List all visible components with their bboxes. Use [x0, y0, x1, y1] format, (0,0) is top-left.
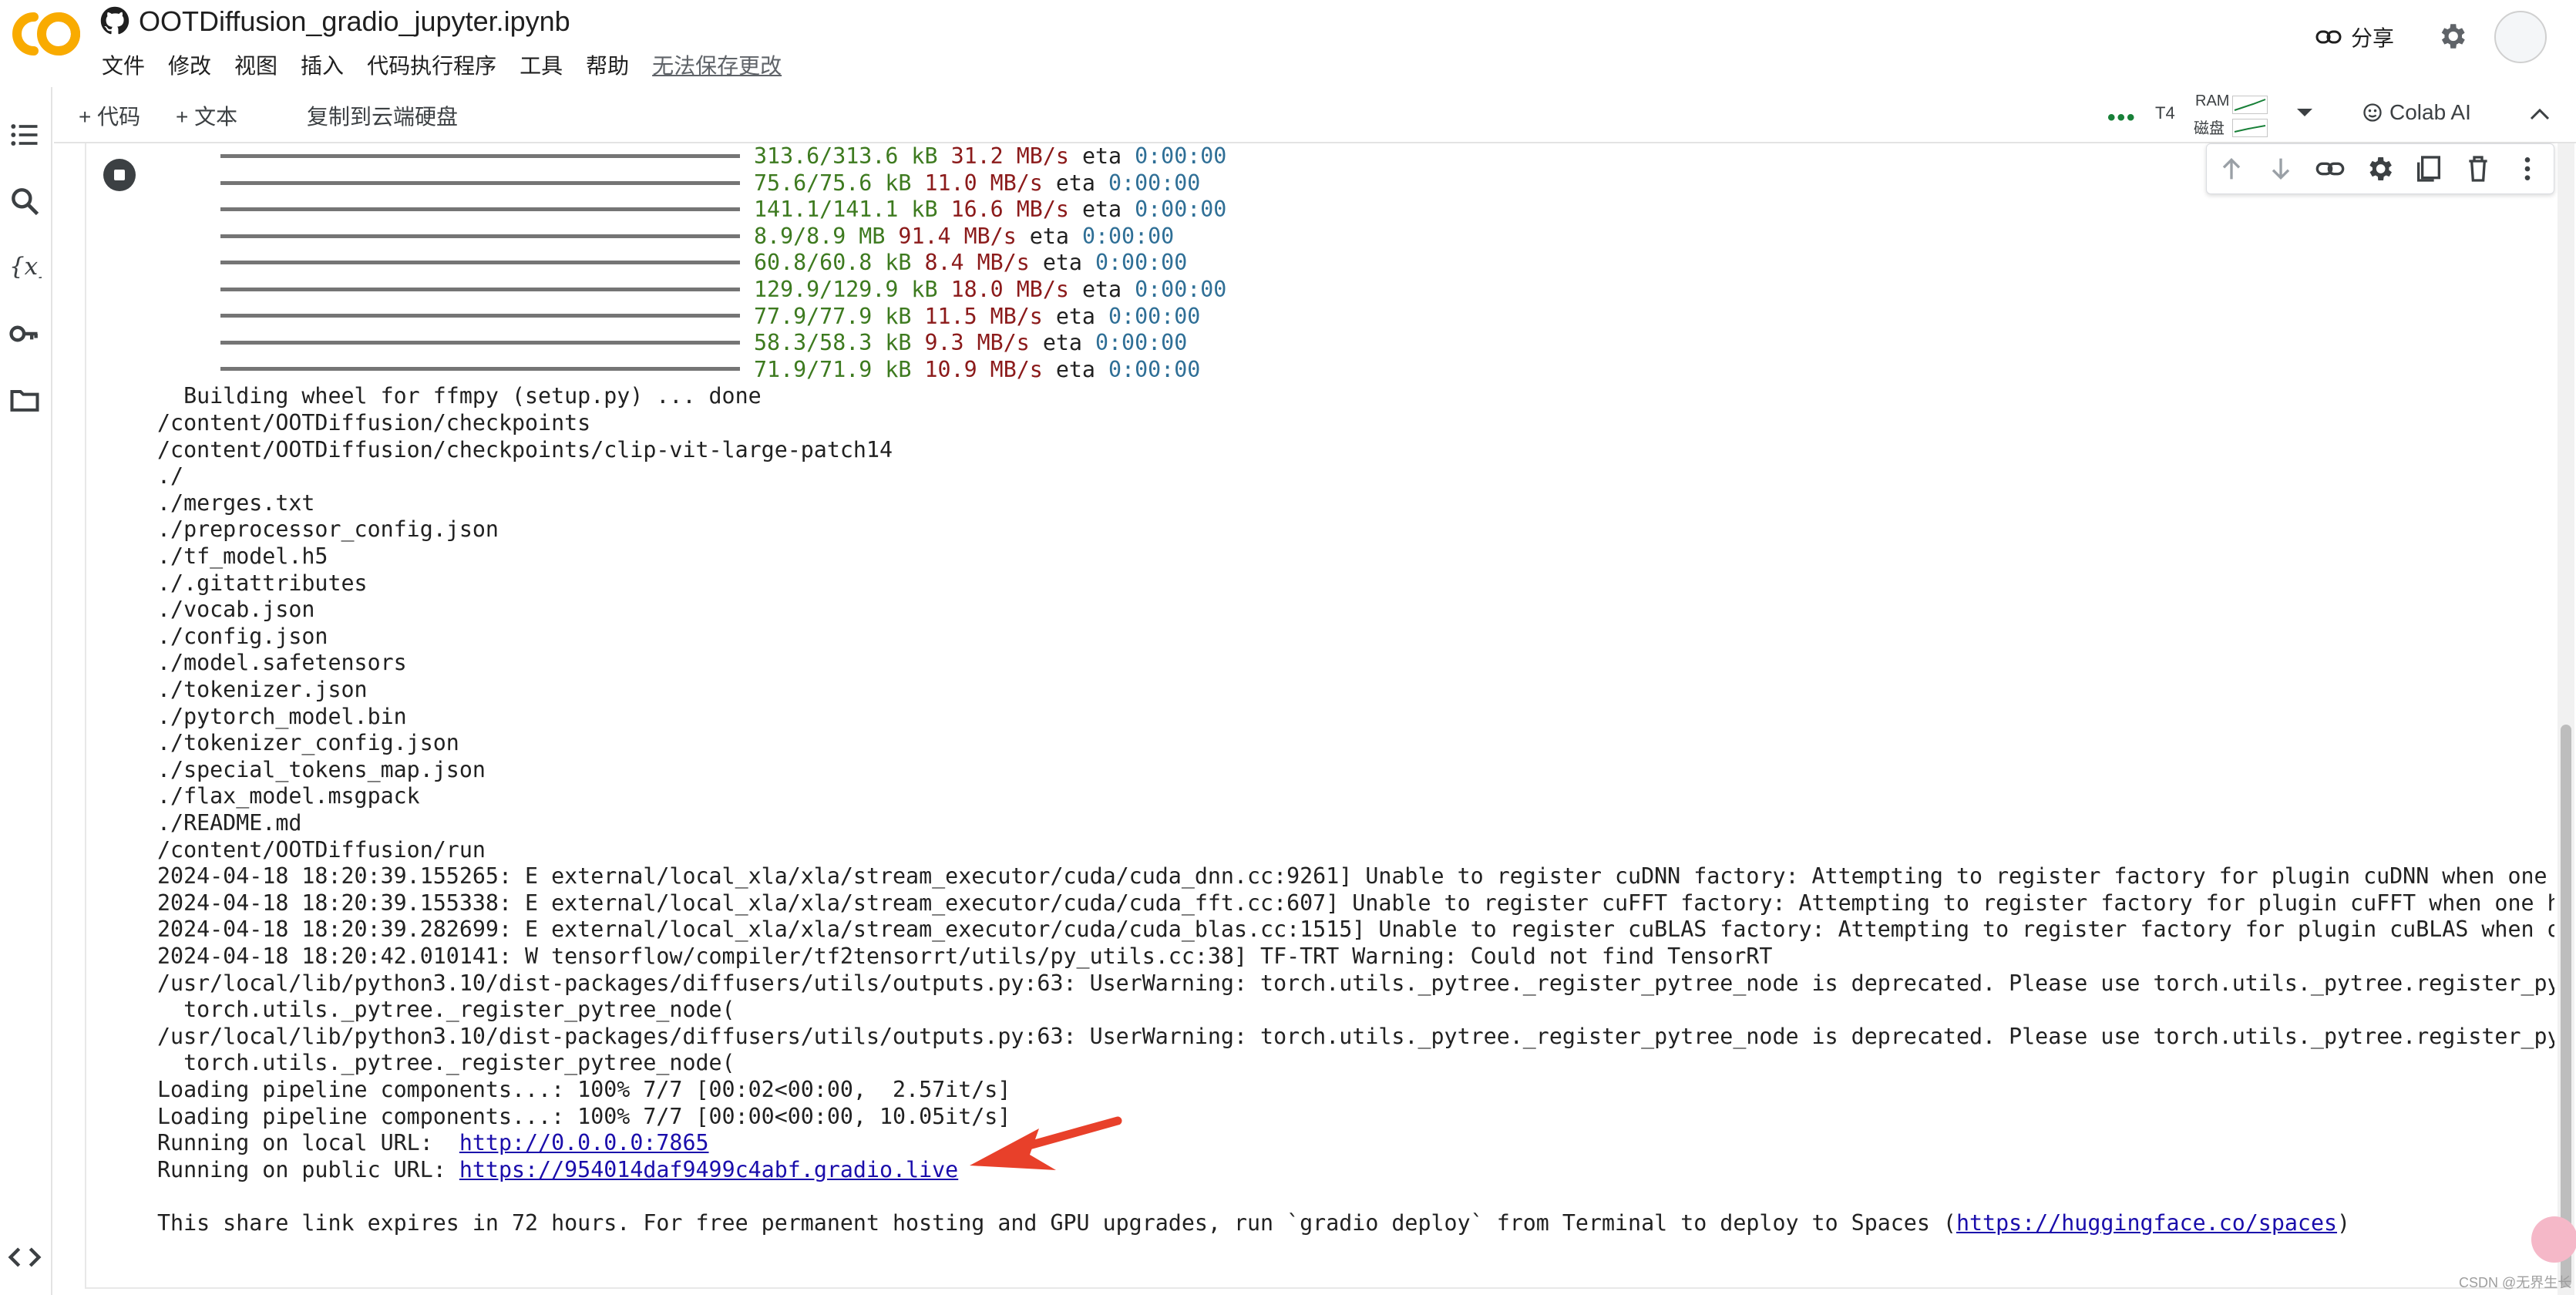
- huggingface-spaces-link[interactable]: https://huggingface.co/spaces: [1956, 1210, 2337, 1236]
- output-line: ./merges.txt: [157, 489, 315, 516]
- progress-row: 313.6/313.6 kB 31.2 MB/s eta 0:00:00: [754, 143, 1227, 169]
- share-expiry-line: This share link expires in 72 hours. For…: [157, 1210, 2351, 1236]
- progress-row: 77.9/77.9 kB 11.5 MB/s eta 0:00:00: [754, 303, 1201, 329]
- disk-usage-sparkline[interactable]: [2232, 119, 2268, 137]
- avatar[interactable]: [2494, 11, 2547, 63]
- output-line: ./tf_model.h5: [157, 543, 328, 569]
- menu-file[interactable]: 文件: [102, 51, 145, 82]
- colab-ai-label: Colab AI: [2389, 100, 2471, 124]
- output-line: /usr/local/lib/python3.10/dist-packages/…: [157, 970, 2554, 996]
- github-icon: [100, 6, 129, 35]
- table-of-contents-icon[interactable]: [8, 118, 42, 152]
- output-line: /content/OOTDiffusion/checkpoints/clip-v…: [157, 436, 893, 462]
- progress-bar: [220, 341, 740, 345]
- add-code-button[interactable]: + 代码: [79, 102, 140, 133]
- colab-ai-button[interactable]: Colab AI: [2362, 100, 2471, 125]
- cell-output: 313.6/313.6 kB 31.2 MB/s eta 0:00:00 75.…: [157, 143, 2554, 1284]
- progress-row: 129.9/129.9 kB 18.0 MB/s eta 0:00:00: [754, 277, 1227, 302]
- output-line: Building wheel for ffmpy (setup.py) ... …: [157, 383, 762, 409]
- variables-icon[interactable]: {x}: [8, 249, 42, 283]
- output-line: ./vocab.json: [157, 597, 315, 623]
- output-line: ./preprocessor_config.json: [157, 516, 499, 543]
- output-line: Loading pipeline components...: 100% 7/7…: [157, 1077, 1011, 1102]
- runtime-type-label[interactable]: T4: [2155, 103, 2175, 123]
- ram-label: RAM: [2195, 92, 2230, 109]
- progress-bar: [220, 288, 740, 291]
- progress-bar: [220, 207, 740, 211]
- menu-edit[interactable]: 修改: [168, 51, 211, 82]
- output-line: 2024-04-18 18:20:42.010141: W tensorflow…: [157, 944, 1773, 969]
- menu-bar: 文件 修改 视图 插入 代码执行程序 工具 帮助 无法保存更改: [102, 51, 805, 82]
- output-line: ./: [157, 463, 184, 489]
- progress-row: 75.6/75.6 kB 11.0 MB/s eta 0:00:00: [754, 170, 1201, 196]
- progress-bar: [220, 314, 740, 318]
- menu-insert[interactable]: 插入: [301, 51, 344, 82]
- menu-runtime[interactable]: 代码执行程序: [367, 51, 496, 82]
- progress-bar: [220, 234, 740, 238]
- annotation-arrow-icon: [970, 1116, 1122, 1170]
- ram-usage-sparkline[interactable]: [2232, 96, 2268, 114]
- left-sidebar: {x}: [0, 87, 52, 1295]
- progress-bar: [220, 181, 740, 185]
- progress-bar: [220, 261, 740, 264]
- output-line: ./.gitattributes: [157, 570, 368, 596]
- output-line: ./tokenizer.json: [157, 677, 368, 702]
- output-line: Loading pipeline components...: 100% 7/7…: [157, 1103, 1011, 1129]
- chevron-down-icon[interactable]: [2295, 106, 2314, 119]
- notebook-title[interactable]: OOTDiffusion_gradio_jupyter.ipynb: [139, 3, 570, 40]
- output-line: torch.utils._pytree._register_pytree_nod…: [157, 1050, 735, 1076]
- share-button[interactable]: 分享: [2315, 20, 2394, 54]
- link-icon: [2315, 30, 2342, 44]
- output-line: torch.utils._pytree._register_pytree_nod…: [157, 997, 735, 1023]
- local-url-link[interactable]: http://0.0.0.0:7865: [459, 1130, 709, 1155]
- colab-ai-icon: [2363, 103, 2382, 122]
- menu-help[interactable]: 帮助: [586, 51, 629, 82]
- chevron-up-icon[interactable]: [2528, 105, 2551, 123]
- menu-tools[interactable]: 工具: [520, 51, 563, 82]
- watermark: CSDN @无界生长: [2459, 1275, 2572, 1290]
- output-line: ./pytorch_model.bin: [157, 703, 407, 729]
- output-line: ./config.json: [157, 623, 328, 649]
- progress-row: 71.9/71.9 kB 10.9 MB/s eta 0:00:00: [754, 356, 1201, 382]
- copy-to-drive-button[interactable]: 复制到云端硬盘: [307, 102, 458, 133]
- public-url-link[interactable]: https://954014daf9499c4abf.gradio.live: [459, 1157, 958, 1182]
- stop-icon: [114, 170, 125, 180]
- search-icon[interactable]: [8, 184, 42, 218]
- progress-row: 58.3/58.3 kB 9.3 MB/s eta 0:00:00: [754, 330, 1188, 356]
- add-text-button[interactable]: + 文本: [176, 102, 237, 133]
- progress-bar: [220, 367, 740, 371]
- gear-icon[interactable]: [2436, 20, 2468, 52]
- unsaved-changes-link[interactable]: 无法保存更改: [652, 51, 782, 82]
- public-url-line: Running on public URL: https://954014daf…: [157, 1156, 959, 1182]
- folder-icon[interactable]: [8, 383, 42, 417]
- scrollbar-thumb[interactable]: [2561, 725, 2571, 1287]
- colab-logo[interactable]: [11, 9, 82, 59]
- share-label: 分享: [2351, 26, 2395, 50]
- output-line: ./tokenizer_config.json: [157, 730, 459, 756]
- floating-assistant-icon[interactable]: [2531, 1216, 2576, 1263]
- output-line: 2024-04-18 18:20:39.282699: E external/l…: [157, 917, 2554, 943]
- progress-row: 141.1/141.1 kB 16.6 MB/s eta 0:00:00: [754, 197, 1227, 223]
- key-icon[interactable]: [8, 317, 42, 351]
- output-line: ./flax_model.msgpack: [157, 783, 420, 809]
- output-line: 2024-04-18 18:20:39.155265: E external/l…: [157, 863, 2554, 890]
- progress-row: 8.9/8.9 MB 91.4 MB/s eta 0:00:00: [754, 223, 1175, 249]
- local-url-line: Running on local URL: http://0.0.0.0:786…: [157, 1130, 709, 1156]
- output-line: ./special_tokens_map.json: [157, 756, 486, 782]
- progress-row: 60.8/60.8 kB 8.4 MB/s eta 0:00:00: [754, 250, 1188, 276]
- output-line: /content/OOTDiffusion/run: [157, 836, 486, 863]
- output-line: /content/OOTDiffusion/checkpoints: [157, 410, 591, 436]
- runtime-status-dots-icon[interactable]: •••: [2107, 105, 2137, 131]
- output-line: ./model.safetensors: [157, 650, 407, 676]
- disk-label: 磁盘: [2194, 120, 2225, 137]
- code-snippets-icon[interactable]: [8, 1240, 42, 1274]
- svg-text:{x}: {x}: [9, 253, 42, 281]
- progress-bar: [220, 154, 740, 158]
- menu-view[interactable]: 视图: [234, 51, 277, 82]
- output-line: /usr/local/lib/python3.10/dist-packages/…: [157, 1023, 2554, 1049]
- output-line: 2024-04-18 18:20:39.155338: E external/l…: [157, 890, 2554, 916]
- output-line: ./README.md: [157, 810, 302, 836]
